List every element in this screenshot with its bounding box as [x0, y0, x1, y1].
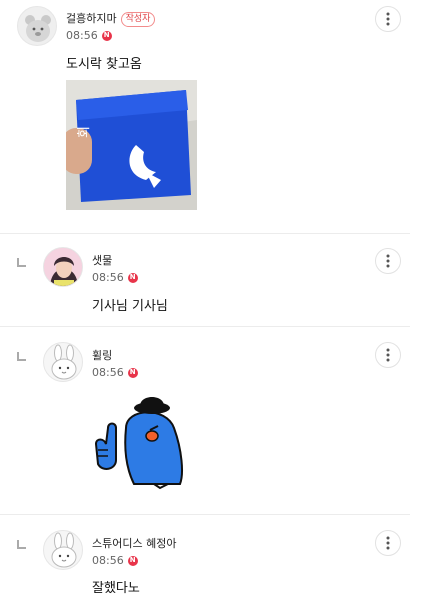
comment-time: 08:56 [92, 366, 124, 379]
comment-meta: 08:56 N [92, 366, 138, 379]
comment-meta: 08:56 N [92, 271, 138, 284]
comment-time: 08:56 [66, 29, 98, 42]
comment-meta: 08:56 N [92, 554, 138, 567]
reply-arrow-icon [17, 540, 26, 549]
rabbit-avatar-icon[interactable] [43, 342, 83, 382]
svg-text:회: 회 [77, 126, 92, 138]
character-sticker[interactable] [94, 388, 194, 490]
new-badge-icon: N [101, 30, 112, 41]
comment-author[interactable]: 샛물 [92, 254, 112, 267]
more-options-button[interactable] [375, 342, 401, 368]
comment-time: 08:56 [92, 554, 124, 567]
new-badge-icon: N [127, 555, 138, 566]
more-options-button[interactable] [375, 530, 401, 556]
comment-time: 08:56 [92, 271, 124, 284]
comment-text: 도시락 찾고옴 [66, 57, 142, 72]
comment-author[interactable]: 스튜어디스 혜정아 [92, 537, 176, 550]
divider [0, 514, 410, 515]
new-badge-icon: N [127, 272, 138, 283]
comment-photo[interactable]: 회 [66, 80, 197, 210]
comment-meta: 08:56 N [66, 29, 112, 42]
reply-arrow-icon [17, 258, 26, 267]
comment-list: 걸흥하지마 작성자 08:56 N 도시락 찾고옴 회 샛물 08:56 N 기… [0, 0, 439, 600]
more-vertical-icon [386, 12, 390, 26]
more-options-button[interactable] [375, 248, 401, 274]
comment-text: 기사님 기사님 [92, 299, 168, 314]
new-badge-icon: N [127, 367, 138, 378]
comment-author[interactable]: 휠링 [92, 349, 112, 362]
more-vertical-icon [386, 254, 390, 268]
profile-photo-avatar[interactable] [43, 247, 83, 287]
more-options-button[interactable] [375, 6, 401, 32]
reply-arrow-icon [17, 352, 26, 361]
comment-author[interactable]: 걸흥하지마 [66, 12, 117, 25]
more-vertical-icon [386, 536, 390, 550]
bear-avatar-icon[interactable] [17, 6, 57, 46]
author-badge: 작성자 [120, 12, 156, 27]
comment-text: 잘했다노 [92, 581, 140, 596]
more-vertical-icon [386, 348, 390, 362]
rabbit-avatar-icon[interactable] [43, 530, 83, 570]
divider [0, 233, 410, 234]
divider [0, 326, 410, 327]
